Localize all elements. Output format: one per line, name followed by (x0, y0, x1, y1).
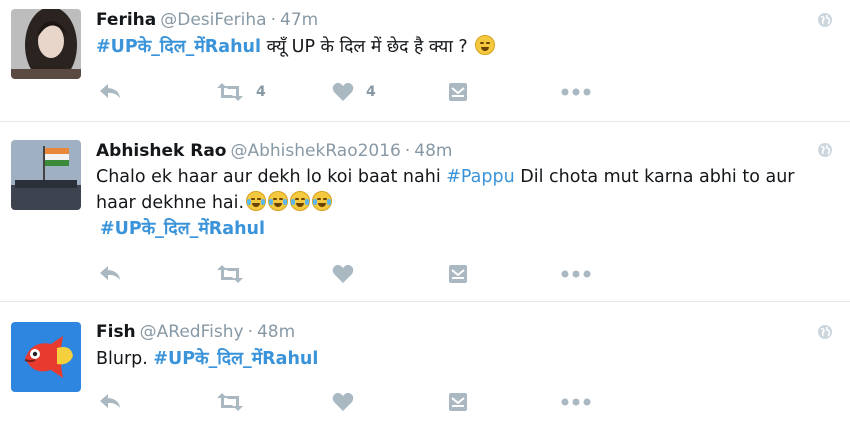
separator: · (247, 322, 253, 342)
reply-button[interactable] (98, 390, 122, 414)
display-name[interactable]: Abhishek Rao (96, 141, 226, 161)
like-button[interactable]: 4 (332, 80, 376, 104)
tears-of-joy-emoji (268, 191, 289, 211)
tweet[interactable]: Feriha @DesiFeriha · 47m #UPके_दिल_मेंRahul… (0, 0, 850, 122)
like-button[interactable] (332, 262, 354, 286)
tweet-actions (96, 390, 616, 414)
tweet-text: Blurp. #UPके_दिल_मेंRahul (96, 346, 826, 372)
more-button[interactable] (561, 80, 591, 104)
tweet-text: Chalo ek haar aur dekh lo koi baat nahi … (96, 164, 826, 242)
tweet-feed: Feriha @DesiFeriha · 47m #UPके_दिल_मेंRahul… (0, 0, 850, 436)
separator: · (270, 10, 276, 30)
heart-icon (332, 392, 354, 411)
like-button[interactable] (332, 390, 354, 414)
reply-button[interactable] (98, 262, 122, 286)
tweet-text-content: Chalo ek haar aur dekh lo koi baat nahi (96, 167, 447, 187)
globe-icon (817, 324, 833, 340)
direct-message-button[interactable] (449, 390, 467, 414)
avatar[interactable] (11, 9, 81, 79)
reply-icon (100, 266, 120, 280)
hashtag-link[interactable]: #Pappu (446, 167, 514, 187)
direct-message-icon (449, 265, 467, 283)
more-icon (561, 398, 591, 406)
tweet[interactable]: Fish @ARedFishy · 48m Blurp. #UPके_दिल_मेंR… (0, 302, 850, 436)
retweet-button[interactable] (216, 262, 244, 286)
tweet[interactable]: Abhishek Rao @AbhishekRao2016 · 48m Chalo e… (0, 122, 850, 302)
tears-of-joy-emoji (290, 191, 311, 211)
reply-icon (100, 84, 120, 98)
separator: · (404, 141, 411, 161)
hashtag-link[interactable]: #UPके_दिल_मेंRahul (100, 219, 265, 239)
retweet-count: 4 (256, 84, 266, 100)
heart-icon (332, 82, 354, 101)
globe-icon (817, 142, 833, 158)
hashtag-link[interactable]: #UPके_दिल_मेंRahul (96, 37, 261, 57)
avatar[interactable] (11, 140, 81, 210)
heart-icon (332, 264, 354, 283)
tweet-header: Fish @ARedFishy · 48m (96, 321, 295, 343)
direct-message-button[interactable] (449, 80, 467, 104)
more-icon (561, 270, 591, 278)
retweet-icon (217, 265, 243, 283)
tweet-text-content: Blurp. (96, 349, 154, 369)
direct-message-icon (449, 83, 467, 101)
display-name[interactable]: Feriha (96, 10, 156, 30)
retweet-button[interactable]: 4 (216, 80, 266, 104)
display-name[interactable]: Fish (96, 322, 136, 342)
tears-of-joy-emoji (312, 191, 333, 211)
reply-icon (100, 394, 120, 408)
username[interactable]: @ARedFishy (140, 322, 244, 342)
timestamp[interactable]: 47m (280, 10, 318, 30)
direct-message-icon (449, 393, 467, 411)
globe-icon (817, 12, 833, 28)
tweet-header: Feriha @DesiFeriha · 47m (96, 9, 318, 31)
avatar[interactable] (11, 322, 81, 392)
more-button[interactable] (561, 262, 591, 286)
username[interactable]: @AbhishekRao2016 (230, 141, 400, 161)
reply-button[interactable] (98, 80, 122, 104)
tweet-text: #UPके_दिल_मेंRahul क्यूँ UP के दिल में छ… (96, 34, 826, 60)
tears-of-joy-emoji (246, 191, 267, 211)
tweet-actions (96, 262, 616, 286)
direct-message-button[interactable] (449, 262, 467, 286)
like-count: 4 (366, 84, 376, 100)
tweet-actions: 4 4 (96, 80, 616, 104)
hashtag-link[interactable]: #UPके_दिल_मेंRahul (153, 349, 318, 369)
more-icon (561, 88, 591, 96)
tweet-header: Abhishek Rao @AbhishekRao2016 · 48m (96, 140, 452, 162)
retweet-icon (217, 393, 243, 411)
grinning-face-emoji (475, 35, 496, 55)
timestamp[interactable]: 48m (414, 141, 452, 161)
tweet-text-content: क्यूँ UP के दिल में छेद है क्या ? (261, 37, 474, 57)
timestamp[interactable]: 48m (257, 322, 295, 342)
username[interactable]: @DesiFeriha (160, 10, 266, 30)
retweet-icon (217, 83, 243, 101)
more-button[interactable] (561, 390, 591, 414)
retweet-button[interactable] (216, 390, 244, 414)
